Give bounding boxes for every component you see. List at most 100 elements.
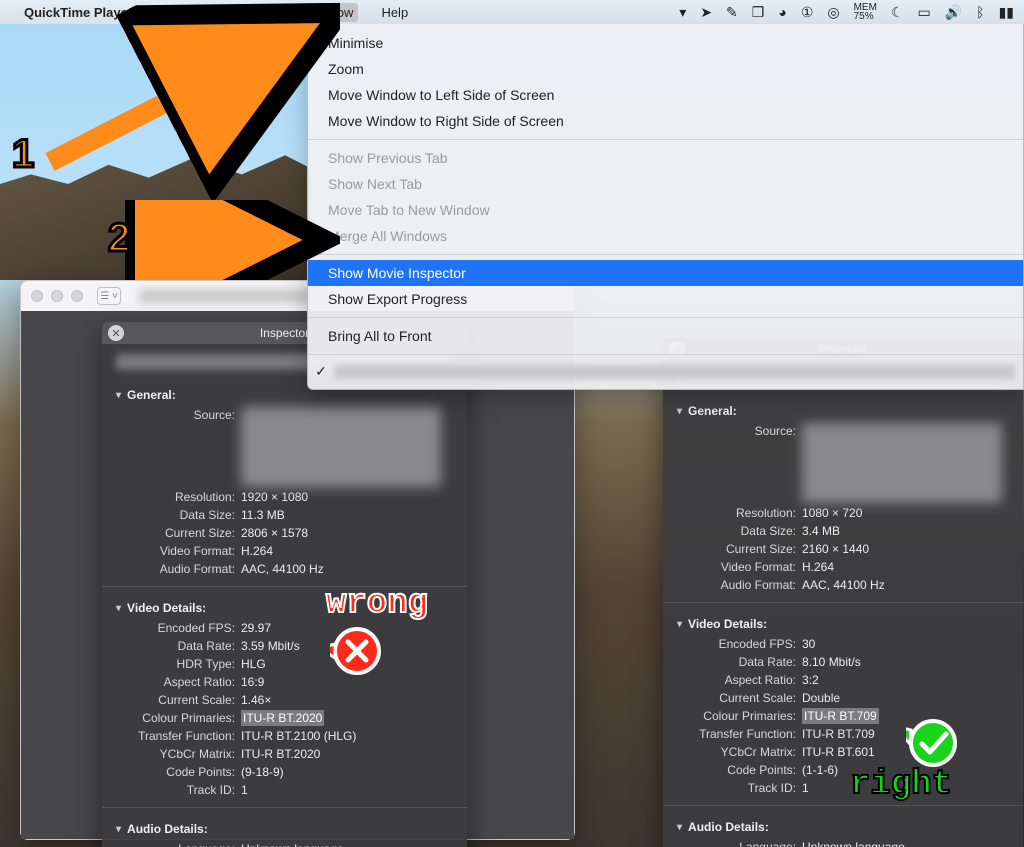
property-value: ITU-R BT.2020 [241, 710, 324, 726]
property-row: Data Size:11.3 MB [116, 506, 453, 524]
property-value: H.264 [802, 559, 834, 575]
property-row: Video Format:H.264 [116, 542, 453, 560]
property-key: YCbCr Matrix: [677, 744, 802, 760]
property-value: Double [802, 690, 840, 706]
traffic-light-minimize[interactable] [51, 290, 63, 302]
property-key: Language: [677, 839, 802, 847]
traffic-light-close[interactable] [31, 290, 43, 302]
airplay-icon[interactable]: ▭ [918, 4, 931, 21]
section-general: General:Source:Resolution:1080 × 720Data… [663, 396, 1023, 596]
volume-icon[interactable]: 🔊 [945, 4, 962, 21]
property-key: Data Rate: [677, 654, 802, 670]
inspector-title: Inspector [260, 326, 309, 340]
evernote-icon[interactable]: ✎ [726, 4, 738, 21]
property-value: ITU-R BT.2100 (HLG) [241, 728, 356, 744]
battery-icon[interactable]: ▮▮ [999, 4, 1014, 21]
menubar-tray: ▾ ➤ ✎ ❒ ◕ ① ◎ MEM75% ☾ ▭ 🔊 ᛒ ▮▮ [679, 3, 1014, 21]
menu-item[interactable]: Bring All to Front [308, 323, 1023, 349]
property-row: Aspect Ratio:16:9 [116, 673, 453, 691]
property-row: Data Rate:3.59 Mbit/s [116, 637, 453, 655]
property-value: 1920 × 1080 [241, 489, 308, 505]
property-row: Language:Unknown language [116, 840, 453, 847]
property-row: Video Format:H.264 [677, 558, 1009, 576]
dropbox-icon[interactable]: ❒ [752, 4, 765, 21]
section-audio: Audio Details:Language:Unknown languageC… [663, 812, 1023, 847]
section-title[interactable]: Audio Details: [677, 816, 1009, 838]
property-key: Video Format: [116, 543, 241, 559]
menu-item-window-checked[interactable]: ✓ [308, 360, 1023, 383]
property-row: Colour Primaries:ITU-R BT.2020 [116, 709, 453, 727]
menu-item[interactable]: Minimise [308, 30, 1023, 56]
section-title[interactable]: General: [677, 400, 1009, 422]
property-row: Current Scale:1.46× [116, 691, 453, 709]
property-row: Data Rate:8.10 Mbit/s [677, 653, 1009, 671]
property-row: Current Size:2806 × 1578 [116, 524, 453, 542]
property-value [802, 423, 1002, 503]
1password-icon[interactable]: ① [801, 4, 814, 21]
menu-item[interactable]: Move Window to Left Side of Screen [308, 82, 1023, 108]
property-value: Unknown language [241, 841, 344, 847]
window-title-blurred [139, 289, 319, 303]
property-row: Source: [116, 406, 453, 488]
tray-icon[interactable]: ➤ [700, 4, 712, 21]
property-value: 1 [802, 780, 809, 796]
menu-item[interactable]: Move Window to Right Side of Screen [308, 108, 1023, 134]
tray-icon-2[interactable]: ◕ [778, 4, 786, 20]
property-key: Colour Primaries: [677, 708, 802, 724]
vlc-icon[interactable]: ▾ [679, 4, 686, 21]
property-key: Code Points: [677, 762, 802, 778]
close-icon[interactable]: ✕ [108, 325, 124, 341]
menu-item: Merge All Windows [308, 223, 1023, 249]
memory-indicator[interactable]: MEM75% [854, 3, 877, 21]
menu-view[interactable]: View [246, 3, 284, 22]
menu-edit[interactable]: Edit [196, 3, 228, 22]
property-value: AAC, 44100 Hz [802, 577, 885, 593]
section-title[interactable]: Video Details: [677, 613, 1009, 635]
property-key: Current Size: [116, 525, 241, 541]
property-row: Track ID:1 [677, 779, 1009, 797]
property-key: Track ID: [677, 780, 802, 796]
menu-item[interactable]: Zoom [308, 56, 1023, 82]
sidebar-toggle-icon[interactable]: ☰ ˅ [97, 287, 121, 305]
menu-item: Show Previous Tab [308, 145, 1023, 171]
property-key: Audio Format: [116, 561, 241, 577]
property-value: 29.97 [241, 620, 271, 636]
window-menu-dropdown: MinimiseZoomMove Window to Left Side of … [307, 24, 1024, 390]
menu-window[interactable]: Window [302, 3, 358, 22]
property-key: YCbCr Matrix: [116, 746, 241, 762]
traffic-light-zoom[interactable] [71, 290, 83, 302]
section-general: General:Source:Resolution:1920 × 1080Dat… [102, 380, 467, 580]
menu-item[interactable]: Show Movie Inspector [308, 260, 1023, 286]
wrong-badge-icon [330, 624, 384, 683]
property-row: Code Points:(9-18-9) [116, 763, 453, 781]
property-value: ITU-R BT.709 [802, 726, 875, 742]
app-name[interactable]: QuickTime Player [24, 5, 133, 20]
property-row: Encoded FPS:30 [677, 635, 1009, 653]
menu-item[interactable]: Show Export Progress [308, 286, 1023, 312]
property-key: Current Size: [677, 541, 802, 557]
tray-icon-3[interactable]: ◎ [827, 4, 839, 21]
annotation-number-1: 1 [12, 132, 34, 177]
bluetooth-icon[interactable]: ᛒ [976, 4, 984, 20]
property-row: Transfer Function:ITU-R BT.2100 (HLG) [116, 727, 453, 745]
property-value: 1.46× [241, 692, 271, 708]
property-value: 1 [241, 782, 248, 798]
menu-file[interactable]: File [147, 3, 178, 22]
property-key: Current Scale: [677, 690, 802, 706]
property-value: HLG [241, 656, 266, 672]
property-value: ITU-R BT.601 [802, 744, 875, 760]
property-key: Code Points: [116, 764, 241, 780]
property-row: Source: [677, 422, 1009, 504]
menu-help[interactable]: Help [376, 3, 413, 22]
section-title[interactable]: Audio Details: [116, 818, 453, 840]
property-row: Resolution:1920 × 1080 [116, 488, 453, 506]
property-value [241, 407, 441, 487]
do-not-disturb-icon[interactable]: ☾ [891, 4, 904, 21]
property-key: Audio Format: [677, 577, 802, 593]
property-value: ITU-R BT.2020 [241, 746, 320, 762]
property-key: Language: [116, 841, 241, 847]
annotation-number-2: 2 [108, 216, 130, 261]
section-video: Video Details:Encoded FPS:30Data Rate:8.… [663, 609, 1023, 799]
property-key: Encoded FPS: [116, 620, 241, 636]
property-value: 8.10 Mbit/s [802, 654, 861, 670]
